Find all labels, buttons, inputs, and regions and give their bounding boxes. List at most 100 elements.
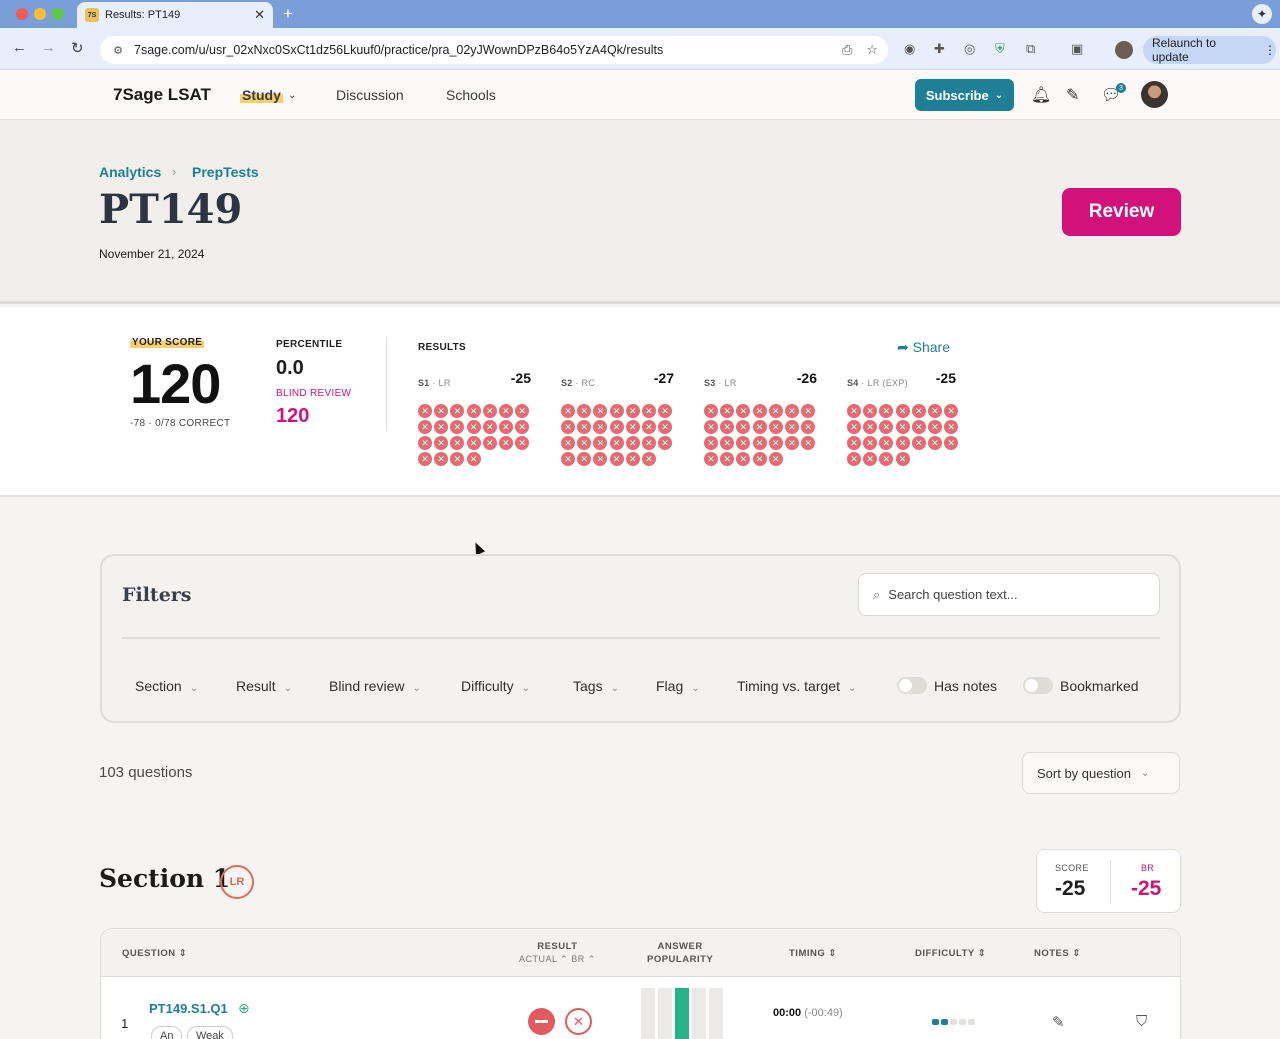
wrong-answer-dot-icon[interactable]: ✕ — [879, 420, 894, 434]
notification-bell-icon[interactable]: 🔔︎ — [1031, 85, 1051, 105]
subscribe-button[interactable]: Subscribe ⌄ — [915, 79, 1014, 111]
question-link[interactable]: PT149.S1.Q1 — [149, 1001, 228, 1016]
wrong-answer-dot-icon[interactable]: ✕ — [720, 420, 735, 434]
sort-dropdown[interactable]: Sort by question ⌄ — [1022, 752, 1180, 794]
wrong-answer-dot-icon[interactable]: ✕ — [768, 420, 783, 434]
wrong-answer-dot-icon[interactable]: ✕ — [625, 404, 640, 418]
wrong-answer-dot-icon[interactable]: ✕ — [911, 420, 926, 434]
wrong-answer-dot-icon[interactable]: ✕ — [895, 436, 910, 450]
wrong-answer-dot-icon[interactable]: ✕ — [609, 420, 624, 434]
wrong-answer-dot-icon[interactable]: ✕ — [658, 420, 673, 434]
review-button[interactable]: Review — [1062, 188, 1181, 236]
wrong-answer-dot-icon[interactable]: ✕ — [561, 452, 575, 466]
extension-icon[interactable]: ◎ — [964, 41, 975, 57]
wrong-answer-dot-icon[interactable]: ✕ — [641, 420, 656, 434]
close-tab-icon[interactable]: ✕ — [254, 7, 265, 23]
wrong-answer-dot-icon[interactable]: ✕ — [847, 452, 861, 466]
wrong-answer-dot-icon[interactable]: ✕ — [561, 404, 575, 418]
wrong-answer-dot-icon[interactable]: ✕ — [466, 452, 481, 466]
filter-section[interactable]: Section ⌄ — [135, 678, 198, 694]
wrong-answer-dot-icon[interactable]: ✕ — [625, 436, 640, 450]
wrong-answer-dot-icon[interactable]: ✕ — [434, 436, 449, 450]
wrong-answer-dot-icon[interactable]: ✕ — [577, 436, 592, 450]
wrong-answer-dot-icon[interactable]: ✕ — [784, 420, 799, 434]
wrong-answer-dot-icon[interactable]: ✕ — [944, 404, 959, 418]
relaunch-button[interactable]: Relaunch to update ⋮ — [1143, 36, 1276, 64]
breadcrumb-preptests[interactable]: PrepTests — [192, 164, 259, 180]
wrong-answer-dot-icon[interactable]: ✕ — [418, 404, 432, 418]
wrong-answer-dot-icon[interactable]: ✕ — [593, 420, 608, 434]
wrong-answer-dot-icon[interactable]: ✕ — [593, 436, 608, 450]
wrong-answer-dot-icon[interactable]: ✕ — [895, 452, 910, 466]
wrong-answer-dot-icon[interactable]: ✕ — [801, 436, 816, 450]
wrong-answer-dot-icon[interactable]: ✕ — [863, 404, 878, 418]
wrong-answer-dot-icon[interactable]: ✕ — [768, 404, 783, 418]
wrong-answer-dot-icon[interactable]: ✕ — [515, 436, 530, 450]
extension-icon[interactable]: ✚ — [934, 41, 945, 57]
filter-tags[interactable]: Tags ⌄ — [573, 678, 619, 694]
wrong-answer-dot-icon[interactable]: ✕ — [863, 436, 878, 450]
wrong-answer-dot-icon[interactable]: ✕ — [593, 404, 608, 418]
wrong-answer-dot-icon[interactable]: ✕ — [879, 452, 894, 466]
wrong-answer-dot-icon[interactable]: ✕ — [641, 436, 656, 450]
wrong-answer-dot-icon[interactable]: ✕ — [482, 436, 497, 450]
wrong-answer-dot-icon[interactable]: ✕ — [720, 452, 735, 466]
wrong-answer-dot-icon[interactable]: ✕ — [863, 420, 878, 434]
wrong-answer-dot-icon[interactable]: ✕ — [863, 452, 878, 466]
zoom-in-icon[interactable]: ⊕ — [238, 1000, 250, 1017]
wrong-answer-dot-icon[interactable]: ✕ — [704, 436, 718, 450]
wrong-answer-dot-icon[interactable]: ✕ — [752, 436, 767, 450]
wrong-answer-dot-icon[interactable]: ✕ — [784, 436, 799, 450]
wrong-answer-dot-icon[interactable]: ✕ — [498, 420, 513, 434]
wrong-answer-dot-icon[interactable]: ✕ — [561, 436, 575, 450]
wrong-answer-dot-icon[interactable]: ✕ — [561, 420, 575, 434]
wrong-answer-dot-icon[interactable]: ✕ — [641, 404, 656, 418]
col-sub-label[interactable]: ACTUAL ⌃ BR ⌃ — [519, 954, 596, 964]
new-tab-icon[interactable]: + — [283, 4, 293, 24]
wrong-answer-dot-icon[interactable]: ✕ — [801, 404, 816, 418]
question-tag[interactable]: Weak — [187, 1026, 233, 1039]
close-window-button[interactable] — [16, 8, 28, 20]
edit-note-icon[interactable]: ✎ — [1052, 1013, 1065, 1031]
reading-list-icon[interactable]: ▣ — [1071, 41, 1083, 57]
edit-icon[interactable]: ✎ — [1066, 85, 1079, 105]
wrong-answer-dot-icon[interactable]: ✕ — [466, 436, 481, 450]
filter-flag[interactable]: Flag ⌄ — [656, 678, 700, 694]
browser-tab[interactable]: 7S Results: PT149 ✕ — [77, 2, 273, 28]
nav-schools[interactable]: Schools — [446, 87, 496, 103]
col-difficulty[interactable]: DIFFICULTY ⇕ — [915, 947, 986, 960]
wrong-answer-dot-icon[interactable]: ✕ — [450, 436, 465, 450]
wrong-answer-dot-icon[interactable]: ✕ — [944, 436, 959, 450]
wrong-answer-dot-icon[interactable]: ✕ — [482, 404, 497, 418]
reload-icon[interactable]: ↻ — [71, 39, 84, 57]
wrong-answer-dot-icon[interactable]: ✕ — [768, 452, 783, 466]
wrong-answer-dot-icon[interactable]: ✕ — [927, 404, 942, 418]
site-logo[interactable]: 7Sage LSAT — [113, 85, 211, 105]
has-notes-toggle[interactable] — [897, 677, 927, 694]
col-notes[interactable]: NOTES ⇕ — [1034, 947, 1081, 960]
wrong-answer-dot-icon[interactable]: ✕ — [466, 404, 481, 418]
wrong-answer-dot-icon[interactable]: ✕ — [418, 452, 432, 466]
wrong-answer-dot-icon[interactable]: ✕ — [434, 452, 449, 466]
bookmarked-toggle[interactable] — [1023, 677, 1053, 694]
screenshot-extension-icon[interactable]: ◉ — [904, 41, 915, 57]
more-icon[interactable]: ⋮ — [1264, 43, 1276, 57]
wrong-answer-dot-icon[interactable]: ✕ — [752, 452, 767, 466]
wrong-answer-dot-icon[interactable]: ✕ — [577, 404, 592, 418]
filter-result[interactable]: Result ⌄ — [236, 678, 292, 694]
back-icon[interactable]: ← — [12, 39, 27, 56]
wrong-answer-dot-icon[interactable]: ✕ — [736, 452, 751, 466]
wrong-answer-dot-icon[interactable]: ✕ — [418, 436, 432, 450]
wrong-answer-dot-icon[interactable]: ✕ — [847, 420, 861, 434]
wrong-answer-dot-icon[interactable]: ✕ — [704, 420, 718, 434]
wrong-answer-dot-icon[interactable]: ✕ — [720, 404, 735, 418]
profile-avatar[interactable] — [1115, 41, 1133, 59]
wrong-answer-dot-icon[interactable]: ✕ — [434, 404, 449, 418]
wrong-answer-dot-icon[interactable]: ✕ — [944, 420, 959, 434]
address-bar[interactable]: ⚙ 7sage.com/u/usr_02xNxc0SxCt1dz56Lkuuf0… — [100, 36, 888, 64]
site-info-icon[interactable]: ⚙ — [110, 42, 126, 58]
wrong-answer-dot-icon[interactable]: ✕ — [450, 452, 465, 466]
wrong-answer-dot-icon[interactable]: ✕ — [704, 452, 718, 466]
wrong-answer-dot-icon[interactable]: ✕ — [752, 404, 767, 418]
col-question[interactable]: QUESTION ⇕ — [122, 947, 187, 960]
